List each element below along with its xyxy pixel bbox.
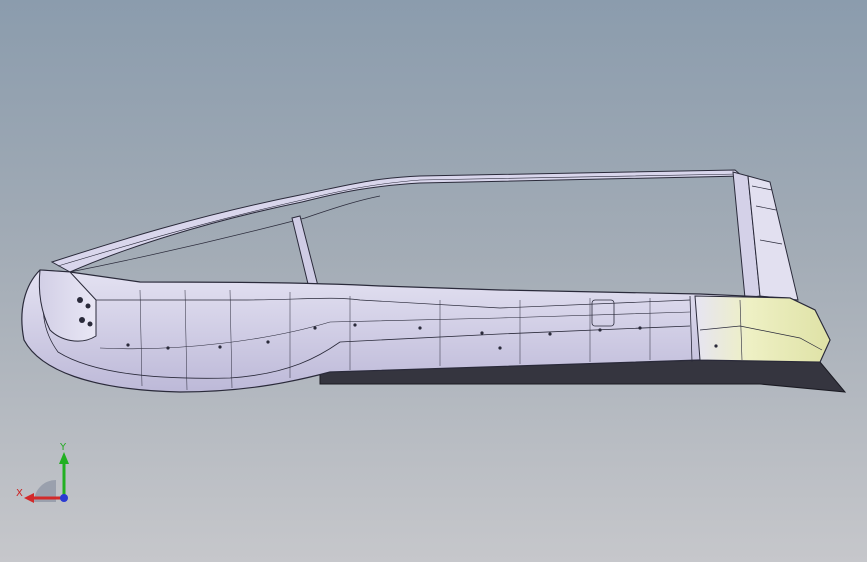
- roof-rail[interactable]: [50, 169, 744, 273]
- x-axis-arrowhead: [24, 493, 34, 503]
- cad-graphics-viewport[interactable]: X Y: [0, 0, 867, 562]
- y-axis-arrowhead: [59, 452, 69, 464]
- x-axis-label: X: [16, 488, 23, 499]
- rear-pillar[interactable]: [732, 171, 799, 301]
- z-axis-dot: [60, 494, 68, 502]
- orientation-triad[interactable]: X Y: [12, 440, 82, 510]
- y-axis-label: Y: [59, 442, 67, 453]
- pillar-strut[interactable]: [291, 215, 319, 289]
- rear-quarter-selected[interactable]: [694, 295, 831, 363]
- car-body-side-frame-model[interactable]: [0, 0, 867, 562]
